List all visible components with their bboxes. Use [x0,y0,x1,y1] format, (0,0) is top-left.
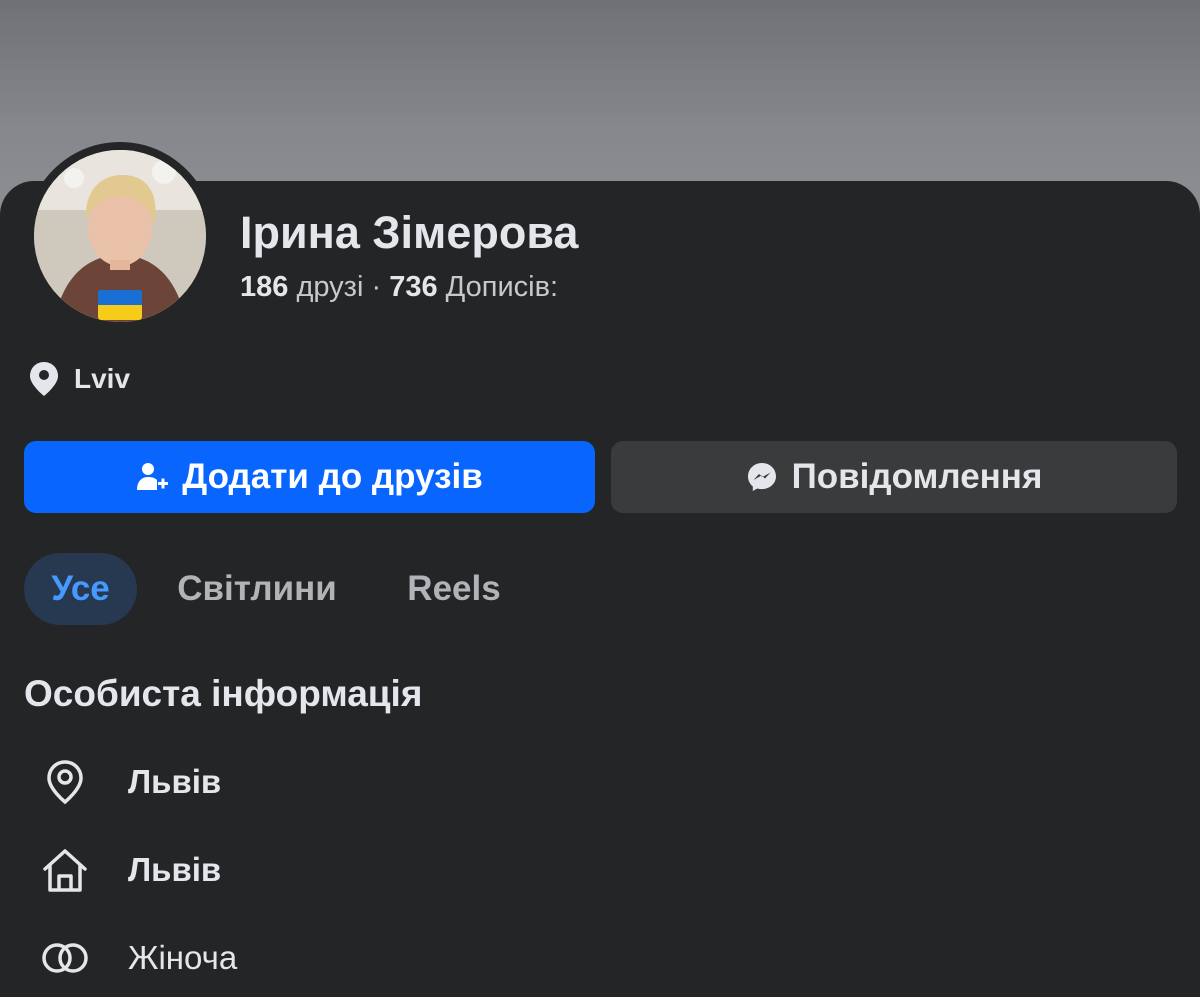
hometown-text: Львів [128,851,222,888]
message-label: Повідомлення [791,457,1043,496]
personal-info-title: Особиста інформація [24,673,423,714]
profile-name: Ірина Зімерова [240,207,579,258]
info-row-current-city: Львів [40,754,221,810]
home-icon [43,849,87,892]
friends-label[interactable]: друзі [296,271,363,303]
add-friend-label: Додати до друзів [182,457,483,496]
tab-all[interactable]: Усе [24,553,137,625]
add-friend-icon [137,463,169,490]
location-text: Lviv [74,363,131,394]
gender-text: Жіноча [128,939,238,976]
location-pin-icon [47,760,83,805]
info-row-gender: Жіноча [40,930,237,986]
info-row-hometown: Львів [40,842,221,898]
message-button[interactable]: Повідомлення [611,441,1177,513]
posts-count: 736 [389,271,438,303]
profile-stats: 186 друзі · 736 Дописів: [240,271,558,304]
add-friend-button[interactable]: Додати до друзів [24,441,595,513]
messenger-icon [747,463,776,491]
gender-rings-icon [42,943,88,973]
location-pin-icon [30,362,58,396]
stats-separator: · [371,271,382,303]
friends-count[interactable]: 186 [240,271,288,303]
ukraine-flag-icon [98,290,142,320]
current-city-text: Львів [128,763,222,800]
profile-location: Lviv [28,361,130,397]
posts-label: Дописів: [445,271,559,303]
tab-reels[interactable]: Reels [384,553,524,625]
tab-photos[interactable]: Світлини [157,553,357,625]
